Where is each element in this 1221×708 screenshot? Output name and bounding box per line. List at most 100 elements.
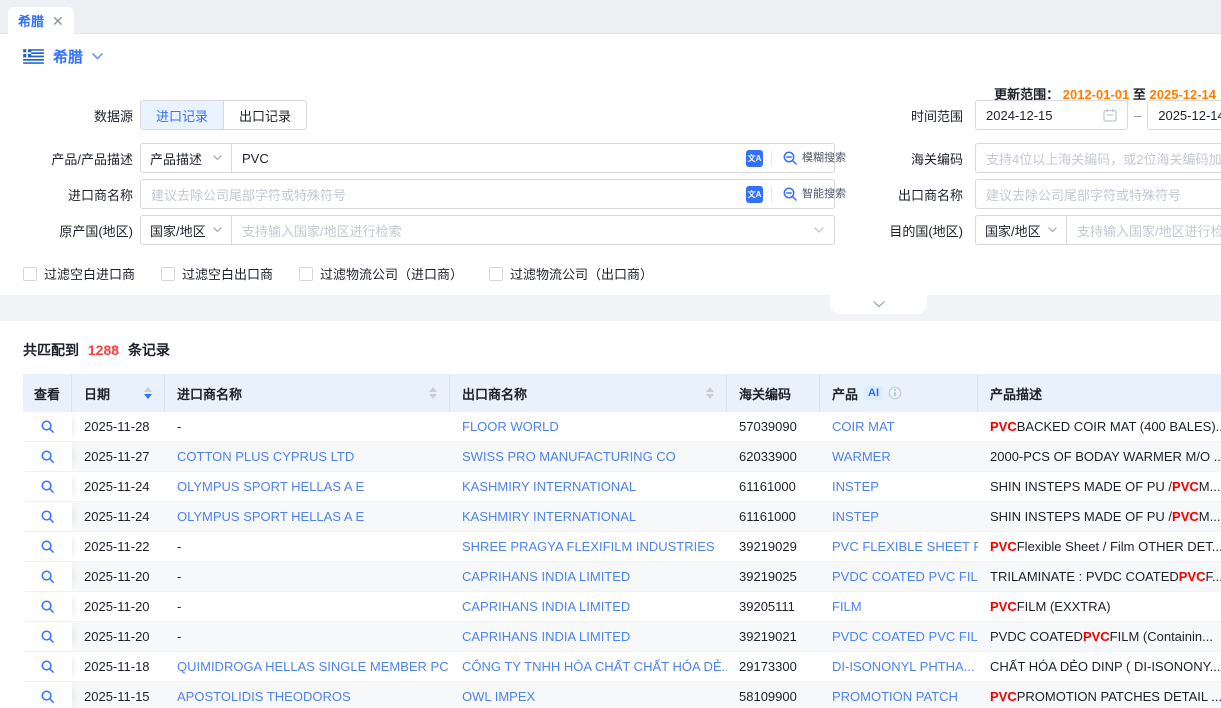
importer-name: - xyxy=(177,539,181,554)
table-row: 2025-11-15APOSTOLIDIS THEODOROSOWL IMPEX… xyxy=(23,682,1221,708)
description-cell: 2000-PCS OF BODAY WARMER M/O ... xyxy=(978,442,1221,471)
product-link[interactable]: PROMOTION PATCH xyxy=(832,689,958,704)
product-link[interactable]: WARMER xyxy=(832,449,891,464)
product-link[interactable]: PVDC COATED PVC FIL... xyxy=(832,629,978,644)
col-date[interactable]: 日期 xyxy=(72,374,165,412)
importer-link[interactable]: QUIMIDROGA HELLAS SINGLE MEMBER PC xyxy=(177,659,449,674)
row-view-icon[interactable] xyxy=(40,659,55,674)
row-view-icon[interactable] xyxy=(40,599,55,614)
importer-row: 进口商名称 建议去除公司尾部字符或特殊符号 文A 智能搜索 xyxy=(0,179,835,209)
importer-cell: - xyxy=(165,412,450,441)
exporter-link[interactable]: CAPRIHANS INDIA LIMITED xyxy=(462,599,630,614)
importer-name: - xyxy=(177,419,181,434)
product-input[interactable]: PVC 文A 模糊搜索 xyxy=(232,143,835,173)
country-selector[interactable]: 希腊 xyxy=(23,46,103,67)
importer-link[interactable]: OLYMPUS SPORT HELLAS A E xyxy=(177,509,364,524)
view-cell xyxy=(23,442,72,471)
exporter-link[interactable]: OWL IMPEX xyxy=(462,689,535,704)
date-cell: 2025-11-24 xyxy=(72,502,165,531)
origin-country-input[interactable]: 支持输入国家/地区进行检索 xyxy=(232,215,835,245)
fuzzy-search-button[interactable]: 模糊搜索 xyxy=(780,150,834,166)
table-body: 2025-11-28-FLOOR WORLD57039090COIR MATPV… xyxy=(23,412,1221,708)
translate-icon[interactable]: 文A xyxy=(746,150,763,167)
row-view-icon[interactable] xyxy=(40,629,55,644)
date-range-separator: – xyxy=(1134,108,1141,123)
filter-checkbox[interactable]: 过滤空白进口商 xyxy=(23,264,135,283)
greece-flag-icon xyxy=(23,49,44,64)
exporter-input[interactable]: 建议去除公司尾部字符或特殊符号 xyxy=(975,179,1221,209)
collapse-toggle[interactable] xyxy=(830,295,927,314)
product-cell: FILM xyxy=(820,592,978,621)
tab-bar: 希腊 ✕ xyxy=(0,0,1221,34)
tab-close-icon[interactable]: ✕ xyxy=(52,14,64,28)
filter-checkbox[interactable]: 过滤空白出口商 xyxy=(161,264,273,283)
start-date-input[interactable]: 2024-12-15 xyxy=(975,100,1128,130)
checkbox-box[interactable] xyxy=(161,267,175,281)
origin-country-select[interactable]: 国家/地区 xyxy=(140,215,232,245)
exporter-link[interactable]: CAPRIHANS INDIA LIMITED xyxy=(462,569,630,584)
export-records-button[interactable]: 出口记录 xyxy=(224,100,307,130)
destination-country-select[interactable]: 国家/地区 xyxy=(975,215,1067,245)
results-suffix: 条记录 xyxy=(128,342,170,358)
product-link[interactable]: COIR MAT xyxy=(832,419,895,434)
checkbox-box[interactable] xyxy=(489,267,503,281)
product-link[interactable]: DI-ISONONYL PHTHA... xyxy=(832,659,975,674)
checkbox-label: 过滤物流公司（出口商） xyxy=(510,264,653,283)
checkbox-box[interactable] xyxy=(299,267,313,281)
translate-icon[interactable]: 文A xyxy=(746,186,763,203)
table-header: 查看 日期 进口商名称 出口商名称 海关编码 产品 AI xyxy=(23,374,1221,412)
import-records-button[interactable]: 进口记录 xyxy=(140,100,224,130)
product-row: 产品/产品描述 产品描述 PVC 文A 模糊搜索 xyxy=(0,143,835,173)
sort-icon[interactable] xyxy=(144,387,152,399)
importer-name: - xyxy=(177,599,181,614)
sort-icon[interactable] xyxy=(706,387,714,399)
hs-code-cell: 29173300 xyxy=(727,652,820,681)
hs-code-cell: 57039090 xyxy=(727,412,820,441)
checkbox-label: 过滤空白出口商 xyxy=(182,264,273,283)
description-cell: PVC Flexible Sheet / Film OTHER DET... xyxy=(978,532,1221,561)
product-link[interactable]: PVDC COATED PVC FIL... xyxy=(832,569,978,584)
sort-icon[interactable] xyxy=(429,387,437,399)
row-view-icon[interactable] xyxy=(40,479,55,494)
row-view-icon[interactable] xyxy=(40,569,55,584)
importer-input[interactable]: 建议去除公司尾部字符或特殊符号 文A 智能搜索 xyxy=(140,179,835,209)
row-view-icon[interactable] xyxy=(40,539,55,554)
hs-code-cell: 39219021 xyxy=(727,622,820,651)
view-cell xyxy=(23,652,72,681)
product-link[interactable]: INSTEP xyxy=(832,479,879,494)
info-icon[interactable] xyxy=(888,386,902,400)
product-type-select[interactable]: 产品描述 xyxy=(140,143,232,173)
col-view: 查看 xyxy=(23,374,72,412)
importer-cell: - xyxy=(165,532,450,561)
importer-link[interactable]: APOSTOLIDIS THEODOROS xyxy=(177,689,351,704)
product-cell: INSTEP xyxy=(820,502,978,531)
filter-checkbox[interactable]: 过滤物流公司（出口商） xyxy=(489,264,653,283)
exporter-link[interactable]: SHREE PRAGYA FLEXIFILM INDUSTRIES xyxy=(462,539,715,554)
checkbox-box[interactable] xyxy=(23,267,37,281)
col-exporter[interactable]: 出口商名称 xyxy=(450,374,727,412)
product-link[interactable]: INSTEP xyxy=(832,509,879,524)
exporter-link[interactable]: CAPRIHANS INDIA LIMITED xyxy=(462,629,630,644)
row-view-icon[interactable] xyxy=(40,509,55,524)
exporter-link[interactable]: KASHMIRY INTERNATIONAL xyxy=(462,509,636,524)
search-icon xyxy=(782,150,798,166)
row-view-icon[interactable] xyxy=(40,419,55,434)
col-importer[interactable]: 进口商名称 xyxy=(165,374,450,412)
importer-link[interactable]: COTTON PLUS CYPRUS LTD xyxy=(177,449,354,464)
exporter-link[interactable]: CÔNG TY TNHH HÓA CHẤT CHẤT HÓA DẺ... xyxy=(462,659,727,674)
exporter-link[interactable]: KASHMIRY INTERNATIONAL xyxy=(462,479,636,494)
view-cell xyxy=(23,532,72,561)
destination-country-input[interactable]: 支持输入国家/地区进行检索 xyxy=(1067,215,1221,245)
hs-code-input[interactable]: 支持4位以上海关编码，或2位海关编码加 xyxy=(975,143,1221,173)
row-view-icon[interactable] xyxy=(40,449,55,464)
tab-greece[interactable]: 希腊 ✕ xyxy=(8,7,74,34)
end-date-input[interactable]: 2025-12-14 xyxy=(1147,100,1221,130)
exporter-link[interactable]: FLOOR WORLD xyxy=(462,419,559,434)
product-link[interactable]: PVC FLEXIBLE SHEET F... xyxy=(832,539,978,554)
exporter-link[interactable]: SWISS PRO MANUFACTURING CO xyxy=(462,449,676,464)
importer-link[interactable]: OLYMPUS SPORT HELLAS A E xyxy=(177,479,364,494)
product-link[interactable]: FILM xyxy=(832,599,862,614)
smart-search-button[interactable]: 智能搜索 xyxy=(780,186,834,202)
row-view-icon[interactable] xyxy=(40,689,55,704)
filter-checkbox[interactable]: 过滤物流公司（进口商） xyxy=(299,264,463,283)
